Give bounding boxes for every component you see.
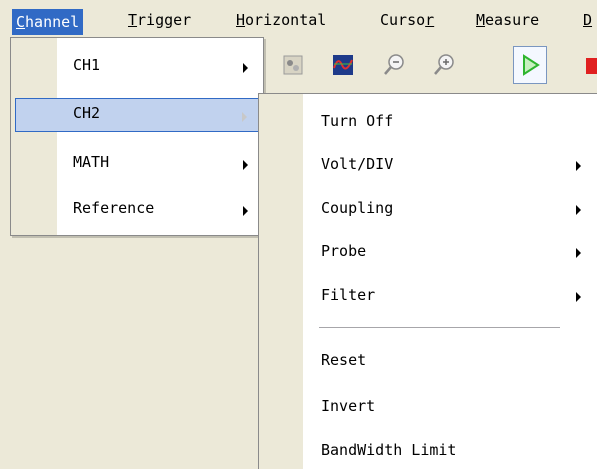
menu-item-filter[interactable]: Filter xyxy=(259,280,597,312)
probe-icon xyxy=(283,55,303,75)
menu-cursor[interactable]: Cursor xyxy=(380,9,434,31)
menu-measure-mnemonic: M xyxy=(476,11,486,29)
menu-cursor-mnemonic: r xyxy=(425,11,435,29)
menu-item-turn-off[interactable]: Turn Off xyxy=(259,106,597,138)
menu-trigger-mnemonic: T xyxy=(128,11,138,29)
menu-item-math-label: MATH xyxy=(73,153,110,171)
chevron-right-icon xyxy=(243,160,248,170)
menu-item-coupling-label: Coupling xyxy=(321,199,394,217)
chevron-right-icon xyxy=(576,248,581,258)
waveform-button[interactable] xyxy=(328,50,358,80)
menu-item-ch1-label: CH1 xyxy=(73,56,101,74)
menu-separator xyxy=(319,327,560,329)
menu-item-invert-label: Invert xyxy=(321,397,376,415)
menu-channel-label: hannel xyxy=(25,13,80,31)
chevron-right-icon xyxy=(243,206,248,216)
menu-item-coupling[interactable]: Coupling xyxy=(259,193,597,225)
menu-item-ch2-label: CH2 xyxy=(73,104,101,122)
zoom-in-button[interactable] xyxy=(430,50,460,80)
run-icon xyxy=(523,54,540,76)
menu-item-reset-label: Reset xyxy=(321,351,367,369)
menu-item-reference[interactable]: Reference xyxy=(11,193,263,227)
menu-item-turn-off-label: Turn Off xyxy=(321,112,394,130)
zoom-out-button[interactable] xyxy=(380,50,410,80)
menu-item-reference-label: Reference xyxy=(73,199,155,217)
menu-item-filter-label: Filter xyxy=(321,286,376,304)
menu-item-ch2[interactable]: CH2 xyxy=(15,98,260,132)
menu-item-reset[interactable]: Reset xyxy=(259,345,597,377)
stop-icon xyxy=(586,58,597,74)
menu-item-volt-div-label: Volt/DIV xyxy=(321,155,394,173)
chevron-right-icon xyxy=(576,292,581,302)
menu-item-probe[interactable]: Probe xyxy=(259,236,597,268)
menu-item-bandwidth-limit[interactable]: BandWidth Limit xyxy=(259,435,597,467)
menu-bar: Channel Trigger Horizontal Cursor Measur… xyxy=(0,0,597,37)
menu-channel-mnemonic: C xyxy=(16,13,26,31)
menu-item-ch1[interactable]: CH1 xyxy=(11,50,263,84)
menu-trigger-label: rigger xyxy=(137,11,192,29)
chevron-right-icon xyxy=(243,63,248,73)
menu-horizontal-mnemonic: H xyxy=(236,11,246,29)
menu-trigger[interactable]: Trigger xyxy=(128,9,191,31)
chevron-right-icon xyxy=(242,112,247,122)
menu-cursor-label: Curso xyxy=(380,11,426,29)
menu-item-volt-div[interactable]: Volt/DIV xyxy=(259,149,597,181)
chevron-right-icon xyxy=(576,205,581,215)
menu-display[interactable]: D xyxy=(583,9,592,31)
menu-item-math[interactable]: MATH xyxy=(11,147,263,181)
menu-item-bandwidth-limit-label: BandWidth Limit xyxy=(321,441,457,459)
menu-item-probe-label: Probe xyxy=(321,242,367,260)
probe-button[interactable] xyxy=(278,50,308,80)
menu-item-invert[interactable]: Invert xyxy=(259,391,597,423)
zoom-in-icon xyxy=(434,54,454,75)
menu-measure[interactable]: Measure xyxy=(476,9,539,31)
menu-channel[interactable]: Channel xyxy=(12,9,84,35)
menu-horizontal[interactable]: Horizontal xyxy=(236,9,326,31)
run-button[interactable] xyxy=(513,46,547,84)
stop-button[interactable] xyxy=(586,58,597,74)
chevron-right-icon xyxy=(576,161,581,171)
channel-menu: CH1 CH2 MATH Reference xyxy=(10,37,264,236)
menu-display-mnemonic: D xyxy=(583,11,593,29)
waveform-icon xyxy=(333,55,353,75)
ch2-submenu: Turn Off Volt/DIV Coupling Probe Filter … xyxy=(258,93,597,469)
menu-measure-label: easure xyxy=(485,11,540,29)
menu-horizontal-label: orizontal xyxy=(245,11,327,29)
zoom-out-icon xyxy=(384,54,404,75)
